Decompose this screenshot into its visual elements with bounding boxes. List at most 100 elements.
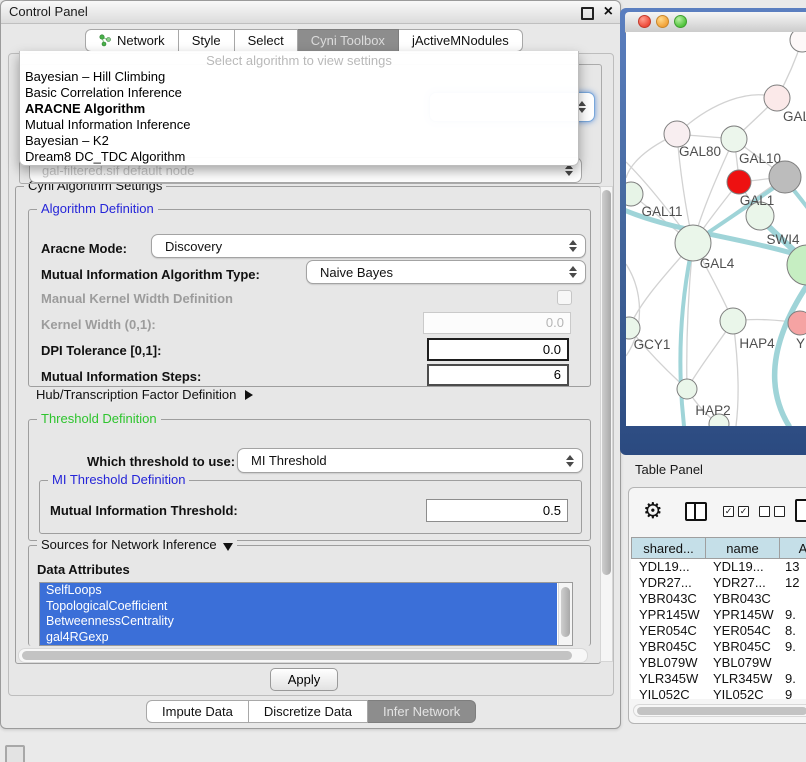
kernel-width-field[interactable]: 0.0	[423, 312, 571, 334]
kernel-width-label: Kernel Width (0,1):	[41, 317, 156, 332]
column-header-name[interactable]: name	[705, 537, 779, 559]
table-row[interactable]: YBR043C YBR043C	[631, 591, 806, 607]
manual-kernel-checkbox[interactable]	[557, 290, 572, 305]
dpi-tolerance-field[interactable]: 0.0	[427, 338, 569, 361]
unchecked-box-icon	[774, 506, 785, 517]
mi-type-value: Naive Bayes	[320, 265, 393, 280]
table-row[interactable]: YBL079W YBL079W	[631, 655, 806, 671]
table-row[interactable]: YIL052C YIL052C 9	[631, 687, 806, 699]
mac-zoom-icon[interactable]	[674, 15, 687, 28]
cell-shared-name: YBR043C	[631, 591, 705, 607]
node-gal11[interactable]	[626, 182, 643, 206]
close-icon[interactable]: ×	[604, 1, 613, 23]
network-canvas[interactable]: GAL GAL80 GAL10 GAL1 GAL11 SWI4 GAL4 GCY…	[626, 32, 806, 426]
node-hap4[interactable]	[720, 308, 746, 334]
tab-infer-network[interactable]: Infer Network	[368, 700, 476, 723]
cell-value: 9.	[779, 639, 806, 655]
column-header-clipped[interactable]: A	[779, 537, 806, 559]
node-label: GAL	[783, 109, 806, 124]
table-row[interactable]: YLR345W YLR345W 9.	[631, 671, 806, 687]
table-row[interactable]: YER054C YER054C 8.	[631, 623, 806, 639]
attribute-item[interactable]: TopologicalCoefficient	[40, 599, 557, 615]
dropdown-item[interactable]: Dream8 DC_TDC Algorithm	[20, 149, 578, 165]
checked-box-icon: ✓	[738, 506, 749, 517]
dropdown-item[interactable]: Bayesian – Hill Climbing	[20, 69, 578, 85]
new-table-icon[interactable]	[795, 499, 806, 522]
mi-type-combobox[interactable]: Naive Bayes	[306, 260, 586, 284]
tab-select[interactable]: Select	[235, 29, 298, 52]
node-gal10[interactable]	[721, 126, 747, 152]
node-gal1-red[interactable]	[727, 170, 751, 194]
tab-jactivemnodules[interactable]: jActiveMNodules	[399, 29, 523, 52]
tab-discretize-data[interactable]: Discretize Data	[249, 700, 368, 723]
settings-horizontal-scrollbar[interactable]	[18, 648, 588, 663]
dropdown-item-aracne[interactable]: ARACNE Algorithm	[20, 101, 578, 117]
tab-network[interactable]: Network	[85, 29, 179, 52]
mi-threshold-field[interactable]: 0.5	[426, 499, 568, 522]
table-horizontal-scrollbar[interactable]	[633, 704, 806, 717]
data-attributes-list[interactable]: SelfLoops TopologicalCoefficient Between…	[39, 582, 573, 646]
cell-value: 9	[779, 687, 806, 699]
manual-kernel-label: Manual Kernel Width Definition	[41, 291, 233, 306]
tab-label: Network	[117, 30, 165, 51]
float-window-icon[interactable]	[581, 7, 594, 20]
node-label: HAP4	[739, 336, 775, 351]
tab-impute-data[interactable]: Impute Data	[146, 700, 249, 723]
mi-threshold-group: MI Threshold Definition Mutual Informati…	[39, 480, 582, 534]
table-row[interactable]: YBR045C YBR045C 9.	[631, 639, 806, 655]
table-row[interactable]: YPR145W YPR145W 9.	[631, 607, 806, 623]
node[interactable]	[790, 32, 806, 52]
mi-threshold-label: Mutual Information Threshold:	[50, 503, 238, 518]
deselect-all-columns-icon[interactable]	[759, 506, 785, 517]
gear-icon[interactable]: ⚙	[643, 496, 663, 526]
mi-steps-field[interactable]: 6	[427, 364, 569, 386]
attribute-item[interactable]: gal4RGexp	[40, 630, 557, 646]
network-icon	[99, 34, 112, 47]
scrollbar-thumb[interactable]	[22, 651, 572, 660]
node-label: HAP2	[695, 403, 730, 418]
select-all-columns-icon[interactable]: ✓ ✓	[723, 506, 749, 517]
mac-close-icon[interactable]	[638, 15, 651, 28]
control-panel-tabbar: Network Style Select Cyni Toolbox jActiv…	[85, 29, 523, 52]
group-title: Threshold Definition	[37, 411, 161, 426]
scrollbar-thumb[interactable]	[561, 587, 570, 637]
mac-minimize-icon[interactable]	[656, 15, 669, 28]
scrollbar-thumb[interactable]	[602, 190, 611, 575]
settings-vertical-scrollbar[interactable]	[600, 186, 613, 662]
cyni-toolbox-content: gal-filtered.sif default node Select alg…	[8, 53, 614, 696]
table-row[interactable]: YDL19... YDL19... 13	[631, 559, 806, 575]
cell-value: 9.	[779, 607, 806, 623]
table-toolbar: ⚙ ✓ ✓	[629, 494, 806, 528]
attribute-item[interactable]: BetweennessCentrality	[40, 614, 557, 630]
spinner-icon	[566, 455, 574, 467]
dropdown-item[interactable]: Mutual Information Inference	[20, 117, 578, 133]
attribute-item[interactable]: SelfLoops	[40, 583, 557, 599]
dropdown-placeholder: Select algorithm to view settings	[20, 53, 578, 69]
columns-icon[interactable]	[685, 502, 707, 521]
tab-style[interactable]: Style	[179, 29, 235, 52]
sources-collapser[interactable]: Sources for Network Inference	[37, 537, 237, 552]
tab-cyni-toolbox[interactable]: Cyni Toolbox	[298, 29, 399, 52]
column-header-shared-name[interactable]: shared...	[631, 537, 705, 559]
group-title: Algorithm Definition	[37, 201, 158, 216]
dock-grip-icon[interactable]	[5, 745, 25, 762]
node-hap2[interactable]	[677, 379, 697, 399]
node-label: GAL11	[641, 204, 682, 219]
scrollbar-thumb[interactable]	[637, 707, 806, 715]
cell-name: YBL079W	[705, 655, 779, 671]
aracne-mode-combobox[interactable]: Discovery	[151, 234, 586, 258]
list-vertical-scrollbar[interactable]	[558, 583, 572, 645]
dropdown-item[interactable]: Basic Correlation Inference	[20, 85, 578, 101]
dropdown-item[interactable]: Bayesian – K2	[20, 133, 578, 149]
cell-name: YDL19...	[705, 559, 779, 575]
cell-name: YDR27...	[705, 575, 779, 591]
node-label: GAL80	[679, 144, 721, 159]
hub-definition-expander[interactable]: Hub/Transcription Factor Definition	[36, 387, 253, 402]
table-row[interactable]: YDR27... YDR27... 12	[631, 575, 806, 591]
node-gcy1[interactable]	[626, 317, 640, 339]
node-gal[interactable]	[764, 85, 790, 111]
which-threshold-combobox[interactable]: MI Threshold	[237, 448, 583, 473]
network-graph[interactable]: GAL GAL80 GAL10 GAL1 GAL11 SWI4 GAL4 GCY…	[626, 32, 806, 426]
apply-button[interactable]: Apply	[270, 668, 338, 691]
which-threshold-label: Which threshold to use:	[87, 454, 235, 469]
